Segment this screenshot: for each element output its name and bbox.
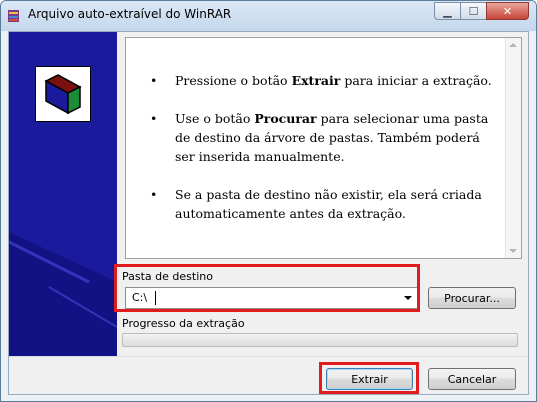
bullet-icon: • [150,111,158,126]
dropdown-arrow-icon[interactable] [404,296,412,300]
instruction-item: • Se a pasta de destino não existir, ela … [150,187,482,221]
instructions-scrollbar[interactable] [505,38,521,258]
title-bar[interactable]: Arquivo auto-extraível do WinRAR ▁ ☐ ✕ [1,1,536,31]
scroll-up-arrow-icon[interactable] [509,43,517,47]
decorative-side-panel [9,32,117,356]
window-title: Arquivo auto-extraível do WinRAR [28,7,232,21]
minimize-button[interactable]: ▁ [434,2,460,20]
scroll-down-arrow-icon[interactable] [509,249,517,253]
winrar-app-icon [8,10,19,22]
minimize-icon: ▁ [443,4,452,18]
bullet-icon: • [150,187,158,202]
text-cursor [155,291,156,305]
bullet-icon: • [150,73,158,88]
cancel-button[interactable]: Cancelar [428,368,516,390]
close-button[interactable]: ✕ [486,2,529,20]
instructions-list: • Pressione o botão Extrair para iniciar … [147,71,497,242]
footer-separator [9,356,528,357]
archive-books-icon [44,74,82,115]
instructions-box: • Pressione o botão Extrair para iniciar … [125,37,522,259]
destination-path-combobox[interactable]: C:\ [125,287,418,309]
extraction-progress-bar [122,333,518,347]
dialog-client-area: • Pressione o botão Extrair para iniciar … [8,31,529,395]
archive-logo [35,66,91,122]
browse-button[interactable]: Procurar... [428,287,516,309]
maximize-icon: ☐ [468,4,479,18]
caption-buttons: ▁ ☐ ✕ [434,2,529,21]
destination-path-value[interactable]: C:\ [132,291,147,304]
winrar-sfx-window: Arquivo auto-extraível do WinRAR ▁ ☐ ✕ •… [0,0,537,402]
maximize-button[interactable]: ☐ [460,2,486,20]
close-icon: ✕ [502,4,513,18]
instruction-item: • Use o botão Procurar para selecionar um… [150,111,489,164]
extraction-progress-label: Progresso da extração [122,317,245,330]
extract-button[interactable]: Extrair [326,368,413,390]
destination-folder-label: Pasta de destino [122,270,213,283]
instruction-item: • Pressione o botão Extrair para iniciar … [150,73,492,88]
